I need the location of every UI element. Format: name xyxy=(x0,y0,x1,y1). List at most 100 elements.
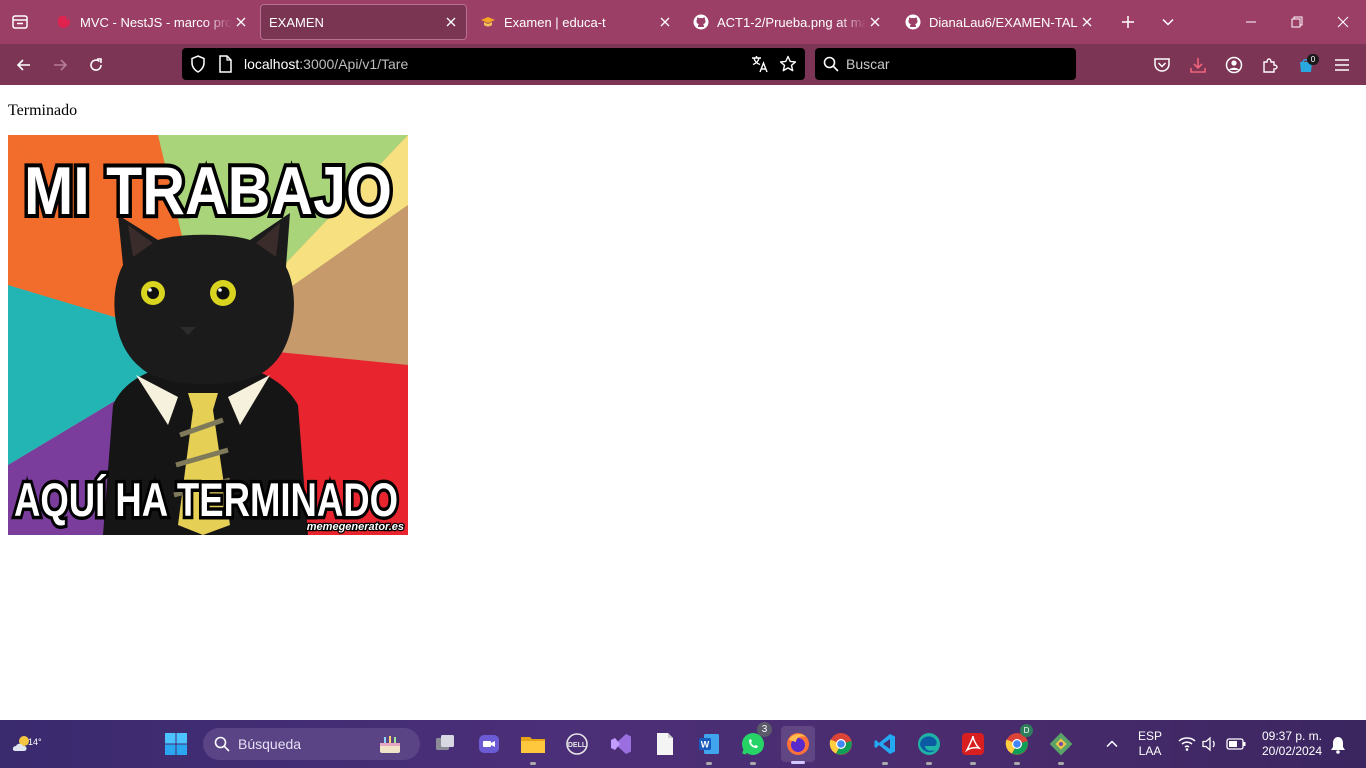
bookmark-star-icon[interactable] xyxy=(779,55,797,78)
back-button[interactable] xyxy=(10,51,38,79)
url-text[interactable]: localhost:3000/Api/v1/Tare xyxy=(244,56,408,72)
account-button[interactable] xyxy=(1221,52,1247,78)
reload-button[interactable] xyxy=(82,51,110,79)
tab-examen[interactable]: EXAMEN xyxy=(260,4,467,40)
running-indicator xyxy=(750,762,756,765)
taskbar-chrome[interactable] xyxy=(825,728,857,760)
tab-github-examen[interactable]: DianaLau6/EXAMEN-TALLER4 xyxy=(897,4,1102,40)
github-icon xyxy=(693,14,709,30)
business-cat-meme-illustration: MI TRABAJO AQUÍ HA TERMINADO memegenerat… xyxy=(8,135,408,535)
visual-studio-icon xyxy=(611,734,631,754)
volume-icon[interactable] xyxy=(1201,736,1219,757)
dell-logo-icon: DELL xyxy=(566,733,588,755)
close-tab-icon[interactable] xyxy=(866,13,884,31)
meme-image[interactable]: MI TRABAJO AQUÍ HA TERMINADO memegenerat… xyxy=(8,135,408,535)
close-tab-icon[interactable] xyxy=(1078,13,1096,31)
task-view-button[interactable] xyxy=(429,728,461,760)
running-indicator xyxy=(882,762,888,765)
close-tab-icon[interactable] xyxy=(442,13,460,31)
meme-top-text: MI TRABAJO xyxy=(24,153,392,229)
running-indicator xyxy=(1014,762,1020,765)
whatsapp-notification-badge: 3 xyxy=(757,722,772,737)
reload-icon xyxy=(90,58,102,71)
taskbar-acrobat[interactable] xyxy=(957,728,989,765)
extensions-button[interactable] xyxy=(1257,52,1283,78)
status-text: Terminado xyxy=(8,102,78,119)
taskbar-whatsapp[interactable]: 3 xyxy=(737,722,772,765)
taskbar-search[interactable]: Búsqueda xyxy=(203,728,420,760)
close-icon xyxy=(1337,16,1349,28)
chrome-profile-badge: D xyxy=(1020,724,1033,737)
translate-icon[interactable] xyxy=(751,55,769,78)
taskbar-edge[interactable] xyxy=(913,728,945,765)
list-all-tabs-button[interactable] xyxy=(1156,10,1180,34)
taskbar-file-explorer[interactable] xyxy=(517,728,549,765)
close-window-button[interactable] xyxy=(1320,0,1366,44)
graduation-cap-icon xyxy=(480,14,496,30)
meme-watermark: memegenerator.es xyxy=(307,521,404,533)
bell-icon xyxy=(1331,737,1345,754)
search-icon xyxy=(823,56,839,77)
search-icon xyxy=(214,736,230,757)
tab-title: MVC - NestJS - marco progresivo xyxy=(80,14,232,30)
taskbar-git-app[interactable] xyxy=(1045,728,1077,765)
running-indicator xyxy=(970,762,976,765)
arrow-right-icon xyxy=(54,59,68,71)
weather-widget[interactable]: 14° xyxy=(6,728,42,760)
taskbar-chrome-profile[interactable]: D xyxy=(1001,724,1033,765)
system-clock[interactable]: 09:37 p. m. 20/02/2024 xyxy=(1256,729,1328,759)
search-bar[interactable]: Buscar xyxy=(815,48,1076,80)
windows-taskbar: 14° Búsqueda DELL W 3 D ESP LAA 09:37 p.… xyxy=(0,720,1366,768)
vscode-icon xyxy=(874,734,895,754)
show-hidden-icons-button[interactable] xyxy=(1096,728,1128,760)
new-tab-button[interactable] xyxy=(1116,10,1140,34)
battery-icon[interactable] xyxy=(1226,737,1246,756)
url-host: localhost xyxy=(244,56,300,72)
taskbar-vscode[interactable] xyxy=(869,728,901,765)
folder-icon xyxy=(521,737,545,753)
taskbar-file[interactable] xyxy=(649,728,681,760)
arrow-left-icon xyxy=(16,59,30,71)
notifications-button[interactable] xyxy=(1330,736,1346,759)
download-icon xyxy=(1190,58,1206,73)
git-tool-icon xyxy=(1049,732,1073,756)
forward-button[interactable] xyxy=(46,51,74,79)
taskbar-meet-app[interactable] xyxy=(473,728,505,760)
svg-text:W: W xyxy=(701,740,710,750)
tab-nestjs[interactable]: MVC - NestJS - marco progresivo xyxy=(48,4,256,40)
weather-temperature: 14° xyxy=(28,737,42,747)
restore-icon xyxy=(1291,16,1303,28)
start-button[interactable] xyxy=(160,728,192,760)
tab-title: Examen | educa-t xyxy=(504,14,606,30)
page-icon[interactable] xyxy=(218,55,232,78)
running-indicator xyxy=(706,762,712,765)
taskbar-dell-app[interactable]: DELL xyxy=(561,728,593,760)
pocket-icon xyxy=(1154,58,1170,72)
address-bar[interactable]: localhost:3000/Api/v1/Tare xyxy=(182,48,805,80)
menu-button[interactable] xyxy=(1329,52,1355,78)
taskbar-firefox[interactable] xyxy=(781,726,815,764)
tab-title: DianaLau6/EXAMEN-TALLER4 xyxy=(929,14,1078,30)
downloads-button[interactable] xyxy=(1185,52,1211,78)
extensions-badge: 0 xyxy=(1307,54,1319,65)
taskbar-visual-studio[interactable] xyxy=(605,728,637,760)
minimize-icon xyxy=(1246,21,1256,23)
taskbar-word[interactable]: W xyxy=(693,728,725,765)
meme-bottom-text: AQUÍ HA TERMINADO xyxy=(14,473,398,526)
extension-shopping-button[interactable]: 0 xyxy=(1293,52,1319,78)
keyboard-layout: LAA xyxy=(1138,744,1162,758)
tracking-protection-shield-icon[interactable] xyxy=(190,55,206,78)
restore-button[interactable] xyxy=(1274,0,1320,44)
input-language-indicator[interactable]: ESP LAA xyxy=(1134,729,1166,759)
close-tab-icon[interactable] xyxy=(232,13,250,31)
clock-date: 20/02/2024 xyxy=(1261,744,1323,758)
firefox-view-button[interactable] xyxy=(6,8,34,36)
firefox-view-icon xyxy=(12,15,28,29)
tab-educa-t[interactable]: Examen | educa-t xyxy=(472,4,680,40)
tab-github-prueba[interactable]: ACT1-2/Prueba.png at main · DianaLau6 xyxy=(685,4,890,40)
minimize-button[interactable] xyxy=(1228,0,1274,44)
page-content: Terminado MI TRABAJO AQUÍ HA TERMINADO m… xyxy=(0,85,1366,720)
wifi-icon[interactable] xyxy=(1178,736,1196,757)
close-tab-icon[interactable] xyxy=(656,13,674,31)
pocket-button[interactable] xyxy=(1149,52,1175,78)
